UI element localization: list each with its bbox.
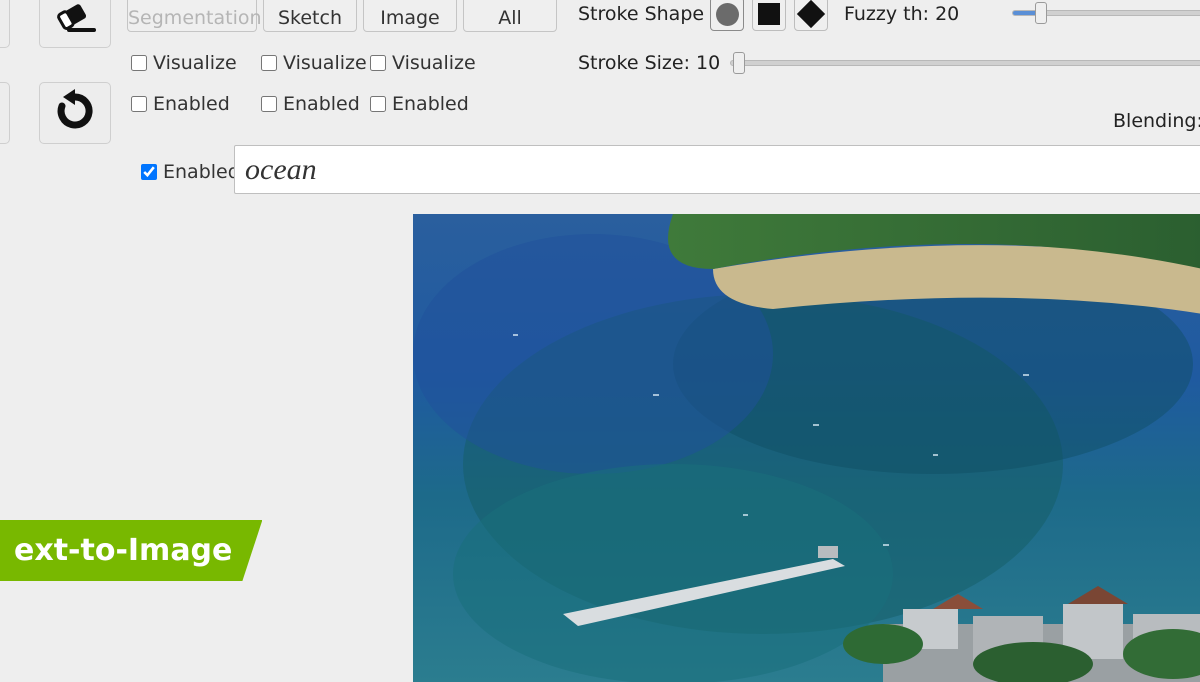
checkbox-input[interactable] xyxy=(261,96,277,112)
circle-icon xyxy=(716,3,739,26)
stroke-size-label: Stroke Size: 10 xyxy=(578,52,720,74)
checkbox-input[interactable] xyxy=(131,55,147,71)
diamond-icon xyxy=(797,0,825,28)
checkbox-input[interactable] xyxy=(370,96,386,112)
square-icon xyxy=(758,3,780,25)
segmentation-visualize-checkbox[interactable]: Visualize xyxy=(131,52,237,74)
segmentation-button[interactable]: Segmentation xyxy=(127,0,257,32)
image-visualize-checkbox[interactable]: Visualize xyxy=(370,52,476,74)
eraser-icon xyxy=(50,0,100,40)
checkbox-label: Enabled xyxy=(153,93,230,115)
segmentation-enabled-checkbox[interactable]: Enabled xyxy=(131,93,230,115)
checkbox-label: Enabled xyxy=(283,93,360,115)
canvas-image[interactable] xyxy=(413,214,1200,682)
sketch-enabled-checkbox[interactable]: Enabled xyxy=(261,93,360,115)
text-to-image-banner: ext-to-Image xyxy=(0,520,262,581)
checkbox-label: Enabled xyxy=(163,161,240,183)
checkbox-label: Enabled xyxy=(392,93,469,115)
stroke-shape-square[interactable] xyxy=(752,0,786,31)
tool-button-unknown-left[interactable] xyxy=(0,0,10,48)
checkbox-input[interactable] xyxy=(141,164,157,180)
image-enabled-checkbox[interactable]: Enabled xyxy=(370,93,469,115)
checkbox-input[interactable] xyxy=(370,55,386,71)
blending-label: Blending: xyxy=(1113,110,1200,132)
checkbox-label: Visualize xyxy=(283,52,367,74)
stroke-shape-diamond[interactable] xyxy=(794,0,828,31)
stroke-size-slider[interactable] xyxy=(730,60,1200,66)
checkbox-input[interactable] xyxy=(261,55,277,71)
all-button[interactable]: All xyxy=(463,0,557,32)
banner-text: ext-to-Image xyxy=(14,533,232,568)
redo-icon xyxy=(53,89,97,137)
fuzzy-threshold-slider[interactable] xyxy=(1012,10,1200,16)
slider-thumb[interactable] xyxy=(733,52,745,74)
text-enabled-checkbox[interactable]: Enabled xyxy=(141,161,240,183)
sketch-visualize-checkbox[interactable]: Visualize xyxy=(261,52,367,74)
eraser-tool-button[interactable] xyxy=(39,0,111,48)
sketch-button[interactable]: Sketch xyxy=(263,0,357,32)
fuzzy-threshold-label: Fuzzy th: 20 xyxy=(844,3,959,25)
tool-button-unknown-left-2[interactable] xyxy=(0,82,10,144)
slider-thumb[interactable] xyxy=(1035,2,1047,24)
stroke-shape-circle[interactable] xyxy=(710,0,744,31)
redo-tool-button[interactable] xyxy=(39,82,111,144)
stroke-shape-label: Stroke Shape xyxy=(578,3,704,25)
checkbox-label: Visualize xyxy=(153,52,237,74)
image-button[interactable]: Image xyxy=(363,0,457,32)
checkbox-input[interactable] xyxy=(131,96,147,112)
prompt-text-input[interactable] xyxy=(234,145,1200,194)
checkbox-label: Visualize xyxy=(392,52,476,74)
